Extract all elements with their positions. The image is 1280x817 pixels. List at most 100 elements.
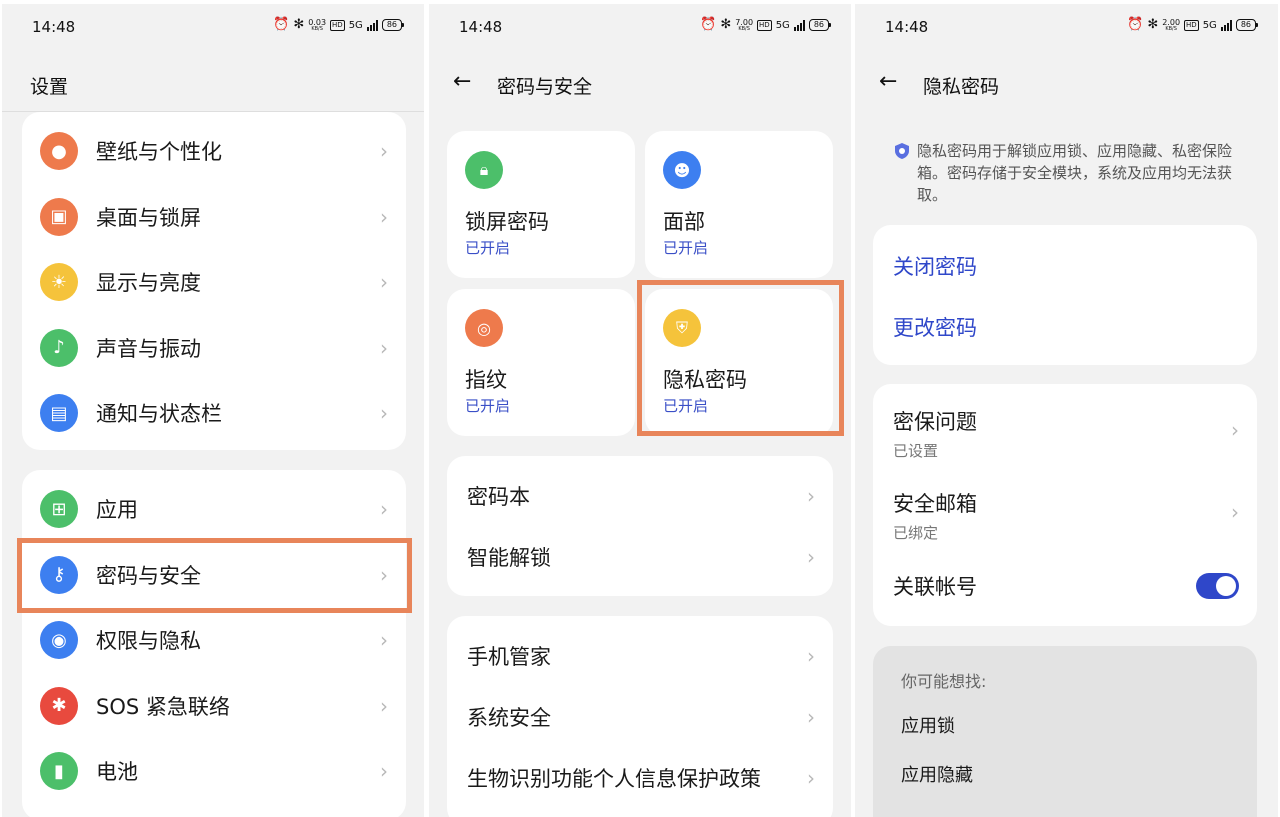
settings-item-label: 壁纸与个性化: [96, 140, 222, 164]
palette-icon: ●: [40, 132, 78, 170]
close-password-button[interactable]: 关闭密码: [893, 251, 977, 281]
highlight-box: [637, 280, 844, 436]
chevron-right-icon: ›: [807, 705, 815, 729]
settings-item[interactable]: ▤ 通知与状态栏 ›: [22, 388, 406, 438]
bluetooth-icon: ✻: [293, 17, 305, 32]
settings-item-label: 桌面与锁屏: [96, 205, 201, 230]
list-item-smart-unlock[interactable]: 智能解锁 ›: [447, 537, 833, 577]
chevron-right-icon: ›: [807, 545, 815, 569]
chevron-right-icon: ›: [380, 335, 388, 360]
suggestion-app-lock[interactable]: 应用锁: [901, 712, 955, 738]
chevron-right-icon: ›: [380, 759, 388, 783]
network-type: 5G: [348, 19, 363, 31]
privacy-password-screen: 14:48 ⏰ ✻ 2.00 KB/S HD 5G 86 ← 隐私密码 隐私密码用…: [855, 4, 1278, 817]
list-item-label: 安全邮箱: [893, 492, 977, 516]
page-title: 设置: [30, 76, 69, 98]
change-password-button[interactable]: 更改密码: [893, 312, 977, 342]
chevron-right-icon: ›: [807, 644, 815, 668]
signal-icon: [793, 19, 805, 31]
chevron-right-icon: ›: [807, 766, 815, 790]
chevron-right-icon: ›: [380, 139, 388, 163]
list-item-password-book[interactable]: 密码本 ›: [447, 476, 833, 516]
back-arrow-icon[interactable]: ←: [879, 69, 897, 94]
tile-face[interactable]: ☻ 面部 已开启: [645, 131, 833, 278]
chevron-right-icon: ›: [380, 401, 388, 425]
linked-account-toggle[interactable]: [1196, 573, 1239, 599]
settings-group-1: ● 壁纸与个性化 › ▣ 桌面与锁屏 › ☀ 显示与亮度 › ♪ 声音与振动 › ▤ 通知与状态栏 ›: [22, 112, 406, 450]
battery-indicator: 86: [1235, 19, 1259, 31]
settings-item-label: 电池: [96, 760, 138, 784]
battery-icon: ▮: [40, 752, 78, 790]
page-title: 密码与安全: [497, 76, 593, 98]
settings-item[interactable]: ✱ SOS 紧急联络 ›: [22, 681, 406, 731]
settings-item[interactable]: ▣ 桌面与锁屏 ›: [22, 192, 406, 242]
settings-item[interactable]: ◉ 权限与隐私 ›: [22, 615, 406, 665]
list-item-security-email[interactable]: 安全邮箱 已绑定 ›: [873, 486, 1257, 546]
signal-icon: [366, 19, 378, 31]
chevron-right-icon: ›: [380, 204, 388, 229]
net-speed: 0.03 KB/S: [308, 17, 327, 32]
tile-status: 已开启: [465, 397, 511, 415]
list-item-security-question[interactable]: 密保问题 已设置 ›: [873, 404, 1257, 464]
alarm-icon: ⏰: [1127, 17, 1144, 32]
apps-grid-icon: ⊞: [40, 490, 78, 528]
tile-status: 已开启: [663, 239, 709, 257]
list-item-sub: 已绑定: [893, 524, 939, 542]
fingerprint-icon: ◎: [465, 309, 503, 347]
list-item-sub: 已设置: [893, 442, 939, 460]
settings-item[interactable]: ▮ 电池 ›: [22, 746, 406, 796]
battery-indicator: 86: [381, 19, 405, 31]
face-icon: ☻: [663, 151, 701, 189]
tile-name: 锁屏密码: [465, 210, 549, 234]
list-group-2: 手机管家 › 系统安全 › 生物识别功能个人信息保护政策 ›: [447, 616, 833, 817]
settings-group-2: ⊞ 应用 › ⚷ 密码与安全 › ◉ 权限与隐私 › ✱ SOS 紧急联络 › ▮ 电池 ›: [22, 470, 406, 817]
chevron-right-icon: ›: [807, 484, 815, 508]
hd-icon: HD: [1184, 19, 1199, 31]
list-item-label: 密保问题: [893, 410, 977, 434]
signal-icon: [1220, 19, 1232, 31]
list-item-system-security[interactable]: 系统安全 ›: [447, 697, 833, 737]
list-item-linked-account: 关联帐号: [873, 566, 1257, 606]
status-icons: ⏰ ✻ 7.00 KB/S HD 5G 86: [700, 18, 832, 32]
toggle-knob: [1216, 576, 1236, 596]
back-arrow-icon[interactable]: ←: [453, 69, 471, 94]
lock-icon: 🔒︎: [465, 151, 503, 189]
suggestion-app-hide[interactable]: 应用隐藏: [901, 761, 973, 787]
chevron-right-icon: ›: [380, 693, 388, 718]
hd-icon: HD: [757, 19, 772, 31]
list-item-label: 关联帐号: [893, 575, 977, 599]
settings-item-label: SOS 紧急联络: [96, 694, 230, 719]
password-actions-card: 关闭密码 更改密码: [873, 225, 1257, 365]
settings-item-label: 通知与状态栏: [96, 402, 222, 426]
suggestions-card: 你可能想找: 应用锁 应用隐藏: [873, 646, 1257, 817]
sun-icon: ☀: [40, 263, 78, 301]
settings-item-label: 声音与振动: [96, 336, 201, 361]
list-item-phone-manager[interactable]: 手机管家 ›: [447, 636, 833, 676]
highlight-box: [17, 538, 412, 613]
shield-icon: [895, 143, 909, 159]
settings-item-label: 显示与亮度: [96, 271, 201, 295]
tile-name: 面部: [663, 210, 705, 234]
picture-icon: ▣: [40, 197, 78, 236]
settings-item[interactable]: ♪ 声音与振动 ›: [22, 323, 406, 373]
status-bar: 14:48 ⏰ ✻ 0.03 KB/S HD 5G 86: [2, 4, 424, 48]
list-item-label: 密码本: [467, 485, 530, 509]
list-item-label: 系统安全: [467, 706, 551, 730]
list-item-biometric-policy[interactable]: 生物识别功能个人信息保护政策 ›: [447, 758, 833, 798]
settings-item[interactable]: ● 壁纸与个性化 ›: [22, 126, 406, 176]
tile-fingerprint[interactable]: ◎ 指纹 已开启: [447, 289, 635, 436]
network-type: 5G: [775, 19, 790, 31]
settings-item[interactable]: ☀ 显示与亮度 ›: [22, 257, 406, 307]
settings-item-label: 权限与隐私: [96, 629, 201, 653]
settings-item[interactable]: ⊞ 应用 ›: [22, 484, 406, 534]
status-time: 14:48: [459, 18, 503, 36]
network-type: 5G: [1202, 19, 1217, 31]
chevron-right-icon: ›: [380, 270, 388, 294]
alarm-icon: ⏰: [273, 17, 290, 32]
net-speed: 2.00 KB/S: [1162, 17, 1181, 32]
settings-screen: 14:48 ⏰ ✻ 0.03 KB/S HD 5G 86 设置 ● 壁纸与个性化 › ▣…: [2, 4, 424, 817]
notification-icon: ▤: [40, 394, 78, 432]
chevron-right-icon: ›: [1231, 418, 1239, 442]
status-time: 14:48: [32, 18, 76, 36]
tile-lock-screen-password[interactable]: 🔒︎ 锁屏密码 已开启: [447, 131, 635, 278]
